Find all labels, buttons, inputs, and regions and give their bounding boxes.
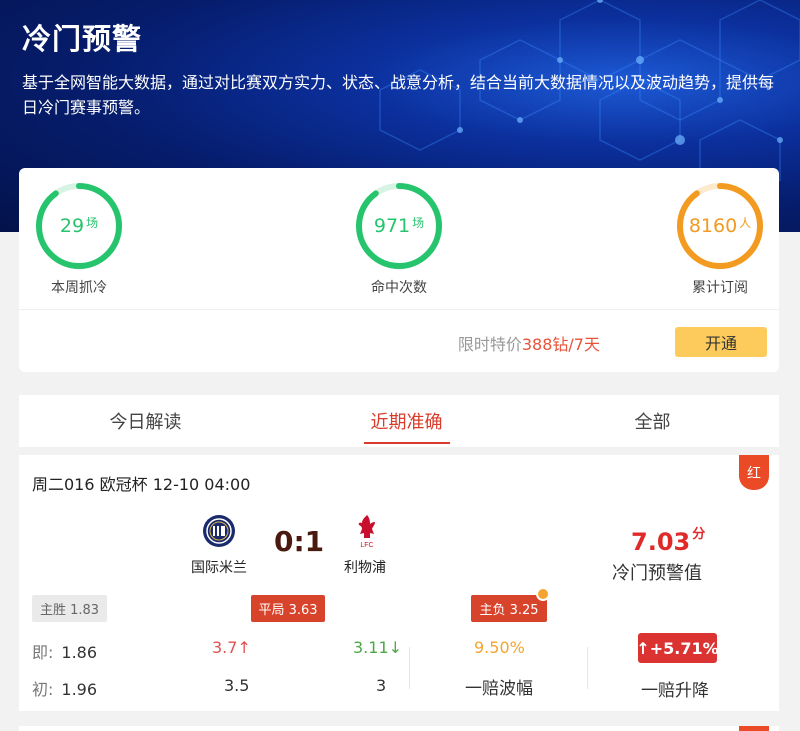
page-description: 基于全网智能大数据，通过对比赛双方实力、状态、战意分析，结合当前大数据情况以及波… xyxy=(22,73,775,117)
stat-value: 8160 xyxy=(688,215,738,237)
odds-init-draw: 3.5 xyxy=(224,676,250,695)
odds-live-home: 1.86 xyxy=(61,643,98,662)
subscribe-button[interactable]: 开通 xyxy=(675,327,767,357)
draw-badge: 平局 3.63 xyxy=(251,595,325,622)
odds-live-draw-value: 3.7 xyxy=(212,638,238,657)
liverpool-logo-icon: LFC xyxy=(358,515,375,549)
divider xyxy=(587,647,588,689)
odds-init-label: 初: xyxy=(32,680,54,699)
stat-unit: 场 xyxy=(86,215,99,230)
stats-card: 29 场 本周抓冷 971 场 命中次数 8160 人 累计订阅 限时特价388钻/7… xyxy=(19,168,779,372)
promo-prefix: 限时特价 xyxy=(457,335,522,354)
progress-ring: 8160 人 xyxy=(676,182,764,270)
match-card[interactable]: 周二016 欧冠杯 12-10 04:00 红 国际米兰 0:1 LFC 利物浦… xyxy=(19,455,779,711)
stat-value: 29 xyxy=(59,215,85,237)
odds-live-row: 即: 1.86 xyxy=(32,639,97,663)
odds-init-home: 1.96 xyxy=(61,680,98,699)
away-team-name: 利物浦 xyxy=(344,560,386,576)
warning-label: 冷门预警值 xyxy=(612,563,702,584)
away-win-badge: 主负 3.25 xyxy=(471,595,547,622)
stat-hits: 971 场 命中次数 xyxy=(339,182,459,297)
warning-unit: 分 xyxy=(692,527,706,542)
odds-live-label: 即: xyxy=(32,643,54,662)
stat-weekly-upsets: 29 场 本周抓冷 xyxy=(19,182,139,297)
page-title: 冷门预警 xyxy=(22,22,143,56)
active-tab-indicator xyxy=(364,442,450,444)
stat-label: 命中次数 xyxy=(371,280,427,296)
inter-milan-logo-icon xyxy=(203,515,235,547)
match-header: 周二016 欧冠杯 12-10 04:00 xyxy=(32,475,251,494)
down-arrow-icon: ↓ xyxy=(388,638,403,657)
stat-label: 累计订阅 xyxy=(692,280,748,296)
divider xyxy=(409,647,410,689)
tab-today[interactable]: 今日解读 xyxy=(19,395,272,447)
divider xyxy=(19,309,779,310)
tab-bar: 今日解读 近期准确 全部 xyxy=(19,395,779,447)
stat-subscribers: 8160 人 累计订阅 xyxy=(660,182,780,297)
promo-text: 限时特价388钻/7天 xyxy=(458,331,600,355)
odds-live-away: 3.11↓ xyxy=(353,638,402,657)
fluctuation-value: 9.50% xyxy=(474,638,525,657)
result-tag xyxy=(739,726,769,731)
stat-value: 971 xyxy=(373,215,411,237)
tab-all[interactable]: 全部 xyxy=(526,395,779,447)
progress-ring: 971 场 xyxy=(355,182,443,270)
match-score: 0:1 xyxy=(274,525,325,558)
promo-price: 388钻/7天 xyxy=(521,335,600,354)
odds-init-away: 3 xyxy=(376,676,387,695)
stat-label: 本周抓冷 xyxy=(51,280,107,296)
home-team-name: 国际米兰 xyxy=(191,560,247,576)
stat-unit: 场 xyxy=(412,215,425,230)
result-tag: 红 xyxy=(739,455,769,490)
up-arrow-icon: ↑ xyxy=(237,638,251,657)
odds-change-label: 一赔升降 xyxy=(641,681,709,701)
odds-init-row: 初: 1.96 xyxy=(32,676,97,700)
next-match-card[interactable] xyxy=(19,726,779,731)
home-win-badge: 主胜 1.83 xyxy=(32,595,107,622)
stat-unit: 人 xyxy=(739,215,752,230)
odds-live-away-value: 3.11 xyxy=(353,638,389,657)
tab-recent-accuracy[interactable]: 近期准确 xyxy=(280,395,533,447)
fluctuation-label: 一赔波幅 xyxy=(465,679,533,699)
svg-text:LFC: LFC xyxy=(360,542,373,549)
odds-change-badge: ↑+5.71% xyxy=(636,633,719,663)
odds-live-draw: 3.7↑ xyxy=(212,638,251,657)
highlight-dot-icon xyxy=(536,587,550,601)
warning-number: 7.03 xyxy=(631,528,691,556)
progress-ring: 29 场 xyxy=(35,182,123,270)
warning-value: 7.03 分 xyxy=(631,527,706,556)
